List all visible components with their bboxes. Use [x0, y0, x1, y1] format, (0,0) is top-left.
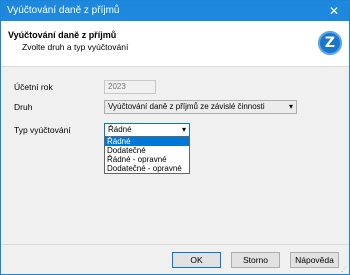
- close-icon: ✕: [328, 4, 340, 18]
- header-subtitle: Zvolte druh a typ vyúčtování: [22, 42, 129, 52]
- help-button[interactable]: Nápověda: [290, 252, 339, 268]
- dialog-header: Vyúčtování daně z příjmů Zvolte druh a t…: [1, 21, 349, 67]
- type-select[interactable]: Řádné ▾: [104, 123, 190, 137]
- type-label: Typ vyúčtování: [14, 125, 71, 135]
- kind-select[interactable]: Vyúčtování daně z příjmů ze závislé činn…: [104, 100, 297, 114]
- year-label: Účetní rok: [14, 82, 53, 92]
- chevron-down-icon: ▾: [288, 102, 293, 111]
- window-title: Vyúčtování daně z příjmů: [7, 5, 120, 16]
- cancel-button[interactable]: Storno: [231, 252, 280, 268]
- ok-button[interactable]: OK: [172, 252, 221, 268]
- app-logo-icon: Z: [318, 31, 342, 55]
- logo-glyph: Z: [324, 35, 336, 51]
- header-title: Vyúčtování daně z příjmů: [8, 30, 117, 40]
- close-button[interactable]: ✕: [319, 1, 349, 21]
- year-field: 2023: [104, 80, 156, 94]
- chevron-down-icon: ▾: [181, 125, 186, 134]
- dropdown-option-radne-opravne[interactable]: Řádné - opravné: [105, 155, 189, 164]
- kind-select-value: Vyúčtování daně z příjmů ze závislé činn…: [108, 102, 265, 111]
- type-select-value: Řádné: [108, 125, 132, 134]
- title-bar[interactable]: Vyúčtování daně z příjmů ✕: [1, 1, 349, 21]
- kind-label: Druh: [14, 102, 33, 112]
- resize-grip-icon[interactable]: ⋰: [341, 266, 347, 273]
- type-dropdown-list: Řádné Dodatečné Řádné - opravné Dodatečn…: [104, 136, 190, 174]
- dialog-window: Vyúčtování daně z příjmů ✕ Vyúčtování da…: [0, 0, 350, 275]
- dropdown-option-dodatecne-opravne[interactable]: Dodatečné - opravné: [105, 164, 189, 173]
- footer-divider: [1, 244, 349, 245]
- dropdown-option-dodatecne[interactable]: Dodatečné: [105, 146, 189, 155]
- dropdown-option-radne[interactable]: Řádné: [105, 137, 189, 146]
